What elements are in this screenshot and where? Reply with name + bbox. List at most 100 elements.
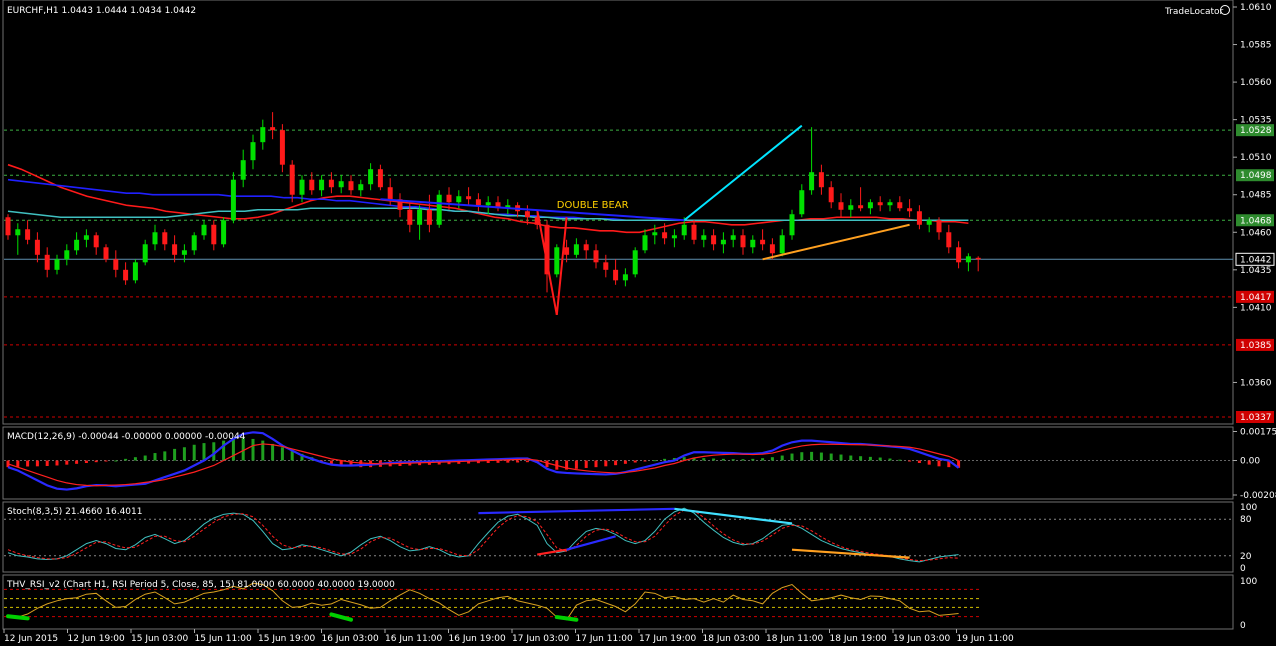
candle-body <box>93 235 99 248</box>
macd-histogram-bar <box>800 452 804 461</box>
candle-body <box>348 181 354 191</box>
candle-body <box>289 164 295 195</box>
candle-body <box>828 187 834 203</box>
candle-body <box>152 232 158 245</box>
y-tick-label: 1.0360 <box>1240 378 1272 388</box>
macd-histogram-bar <box>55 460 59 466</box>
macd-histogram-bar <box>75 460 79 464</box>
candle-body <box>916 211 922 225</box>
macd-histogram-bar <box>153 453 157 461</box>
level-label: 1.0498 <box>1240 171 1272 181</box>
macd-histogram-bar <box>594 460 598 468</box>
x-tick-label: 15 Jun 11:00 <box>195 634 252 644</box>
macd-histogram-bar <box>114 460 118 462</box>
candle-body <box>328 179 334 188</box>
macd-histogram-bar <box>810 451 814 461</box>
y-tick-label: 1.0610 <box>1240 3 1272 13</box>
candle-body <box>142 244 148 263</box>
candle-body <box>162 232 168 245</box>
x-tick-label: 16 Jun 03:00 <box>322 634 379 644</box>
candle-body <box>123 269 129 281</box>
candle-body <box>848 205 854 210</box>
macd-histogram-bar <box>251 438 255 461</box>
candle-body <box>25 229 31 240</box>
y-tick-label: 1.0535 <box>1240 116 1272 126</box>
candle-body <box>671 235 677 239</box>
candle-body <box>701 235 707 240</box>
macd-histogram-bar <box>623 460 627 464</box>
candle-body <box>691 224 697 240</box>
candle-body <box>358 184 364 191</box>
candle-body <box>975 257 981 260</box>
candle-body <box>573 244 579 255</box>
candle-body <box>603 262 609 270</box>
candle-body <box>485 202 491 206</box>
candle-body <box>554 247 560 275</box>
y-tick-label: 100 <box>1240 577 1257 587</box>
y-tick-label: 20 <box>1240 552 1252 562</box>
candle-body <box>946 232 952 248</box>
macd-histogram-bar <box>496 460 500 463</box>
macd-histogram-bar <box>927 460 931 465</box>
main-panel <box>2 0 1234 425</box>
y-tick-label: 1.0585 <box>1240 41 1272 51</box>
macd-histogram-bar <box>143 455 147 461</box>
y-tick-label: 0 <box>1240 564 1246 574</box>
candle-body <box>299 179 305 195</box>
candle-body <box>622 274 628 281</box>
candle-body <box>44 254 50 270</box>
candle-body <box>965 256 971 263</box>
macd-histogram-bar <box>780 455 784 461</box>
candle-body <box>887 202 893 206</box>
candle-body <box>907 208 913 212</box>
macd-histogram-bar <box>280 447 284 461</box>
macd-histogram-bar <box>653 460 657 462</box>
price-chart[interactable]: 1.0610 1.0585 1.0560 1.0535 1.0510 1.0485 1.04… <box>0 0 1276 646</box>
candle-body <box>583 244 589 251</box>
macd-histogram-bar <box>516 460 520 463</box>
candle-body <box>201 224 207 236</box>
candle-body <box>34 239 40 255</box>
level-label: 1.0417 <box>1240 293 1272 303</box>
macd-histogram-bar <box>614 460 618 466</box>
level-label: 1.0385 <box>1240 341 1272 351</box>
x-tick-label: 15 Jun 19:00 <box>258 634 315 644</box>
candle-body <box>632 250 638 275</box>
pattern-annotation: DOUBLE BEAR <box>557 200 629 211</box>
y-tick-label: 0.00 <box>1240 457 1260 467</box>
macd-histogram-bar <box>761 458 765 461</box>
macd-histogram-bar <box>45 460 49 466</box>
candle-body <box>319 179 325 191</box>
candle-body <box>417 209 423 225</box>
candle-body <box>730 235 736 240</box>
candle-body <box>662 232 668 239</box>
y-tick-label: 100 <box>1240 503 1257 513</box>
macd-histogram-bar <box>65 460 69 465</box>
macd-histogram-bar <box>643 460 647 462</box>
macd-histogram-bar <box>633 460 637 463</box>
macd-histogram-bar <box>163 451 167 461</box>
macd-histogram-bar <box>104 460 108 462</box>
level-label: 1.0528 <box>1240 126 1272 136</box>
macd-histogram-bar <box>849 455 853 461</box>
macd-histogram-bar <box>94 460 98 463</box>
candle-body <box>926 220 932 225</box>
candle-body <box>240 160 246 180</box>
macd-histogram-bar <box>937 460 941 467</box>
stoch-panel <box>2 501 1234 573</box>
x-tick-label: 17 Jun 19:00 <box>639 634 696 644</box>
candle-body <box>867 202 873 209</box>
macd-histogram-bar <box>888 458 892 461</box>
x-tick-label: 19 Jun 11:00 <box>957 634 1014 644</box>
macd-histogram-bar <box>839 454 843 461</box>
macd-histogram-bar <box>898 459 902 461</box>
x-tick-label: 17 Jun 11:00 <box>576 634 633 644</box>
x-tick-label: 17 Jun 03:00 <box>512 634 569 644</box>
candle-body <box>720 239 726 245</box>
candle-body <box>191 235 197 251</box>
y-tick-label: -0.00208 <box>1240 491 1276 501</box>
x-tick-label: 12 Jun 2015 <box>4 634 58 644</box>
candle-body <box>309 179 315 191</box>
candle-body <box>769 244 775 254</box>
candle-body <box>377 169 383 188</box>
